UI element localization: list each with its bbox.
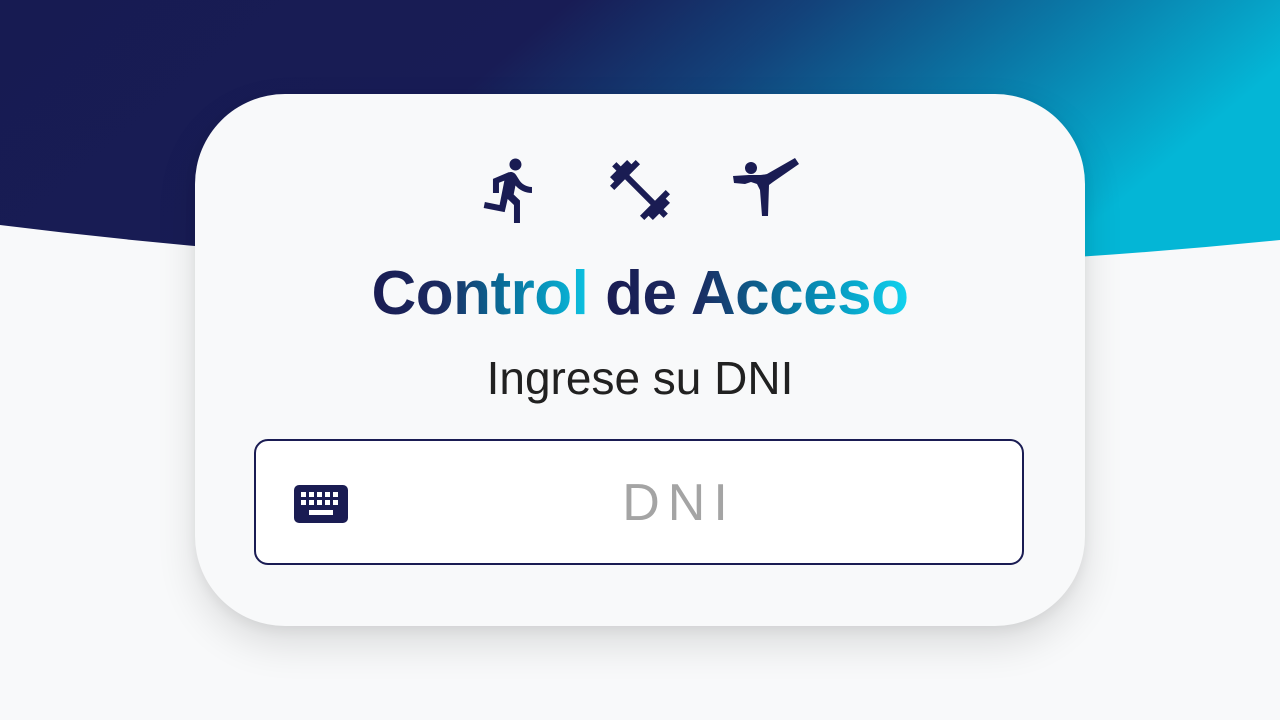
dumbbell-icon <box>604 154 676 226</box>
dni-input[interactable] <box>404 461 954 545</box>
dni-input-container[interactable] <box>254 439 1024 565</box>
access-card: Control de Acceso Ingrese su DNI <box>195 94 1085 626</box>
subtitle: Ingrese su DNI <box>486 352 794 404</box>
martial-arts-icon <box>729 154 801 226</box>
keyboard-icon <box>294 485 348 523</box>
title-part-acceso: de Acceso <box>605 259 909 328</box>
page-title: Control de Acceso <box>195 254 1085 334</box>
title-part-control: Control <box>371 259 606 328</box>
running-icon <box>475 154 547 226</box>
page: Control de Acceso Ingrese su DNI <box>0 0 1280 720</box>
sport-icons <box>195 154 1085 226</box>
